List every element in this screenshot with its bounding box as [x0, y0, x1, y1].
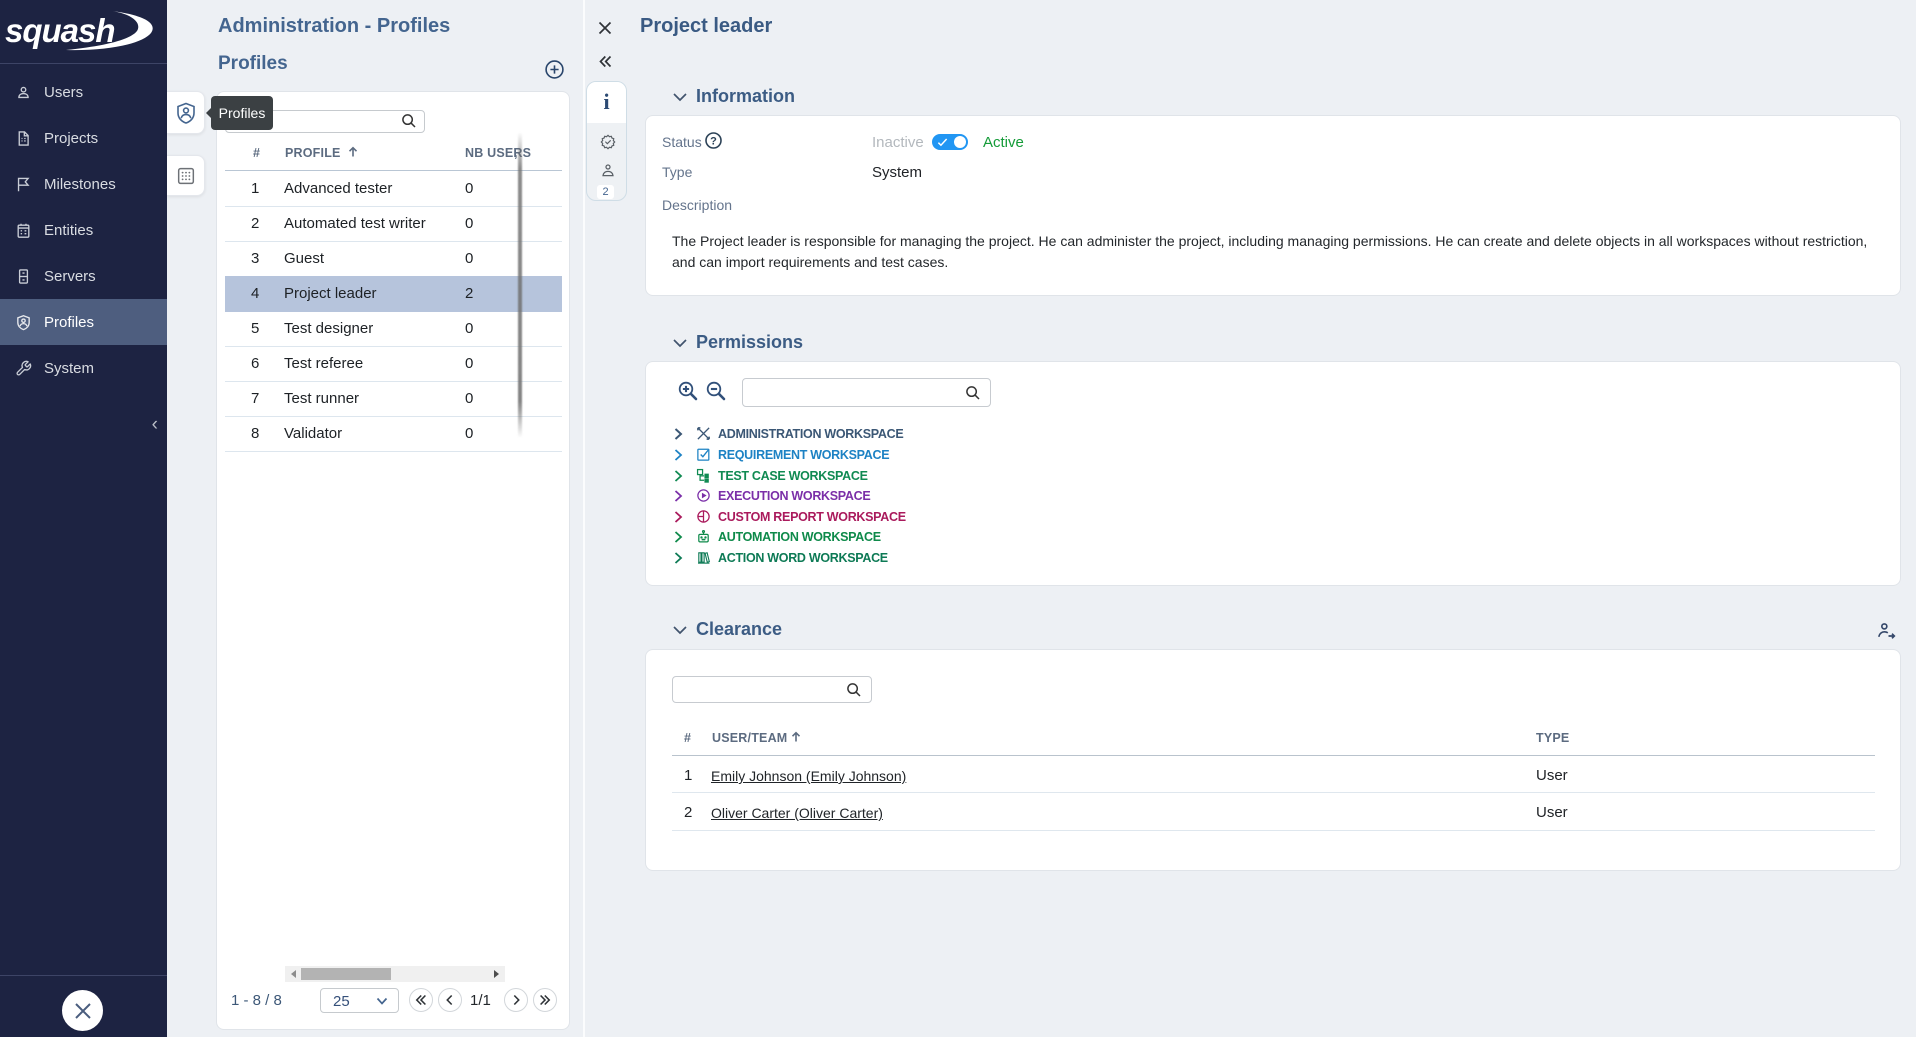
svg-text:?: ?	[710, 135, 717, 147]
svg-text:squash: squash	[5, 12, 115, 49]
